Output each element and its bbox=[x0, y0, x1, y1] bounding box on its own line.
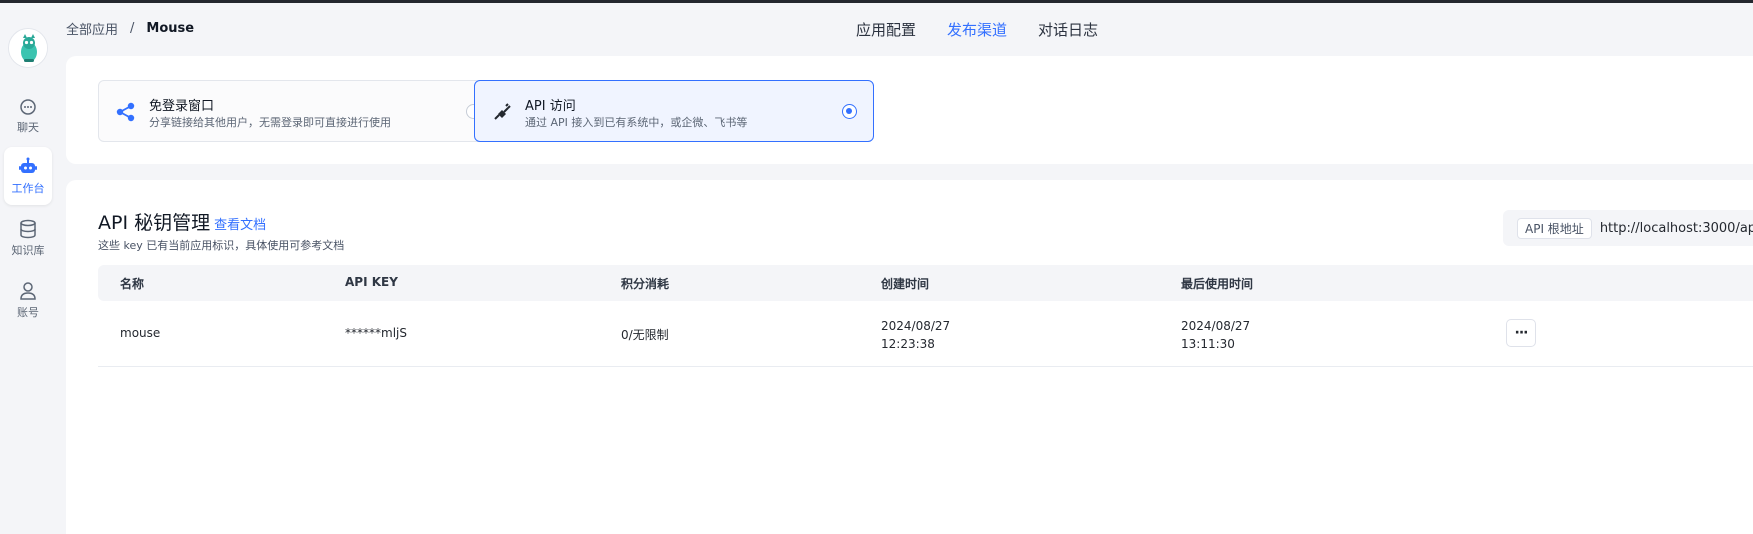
channel-panel: 免登录窗口 分享链接给其他用户，无需登录即可直接进行使用 API 访问 通过 A… bbox=[66, 56, 1753, 164]
sidebar-item-workbench[interactable]: 工作台 bbox=[4, 147, 52, 205]
section-title: API 秘钥管理 查看文档 bbox=[98, 208, 266, 235]
column-header-points: 积分消耗 bbox=[621, 277, 670, 291]
sidebar-item-label: 工作台 bbox=[11, 181, 45, 195]
sidebar-item-chat[interactable]: 聊天 bbox=[4, 87, 52, 145]
cell-last-used: 2024/08/27 13:11:30 bbox=[1181, 317, 1250, 353]
tab-chat-logs[interactable]: 对话日志 bbox=[1038, 19, 1098, 40]
breadcrumb-current: Mouse bbox=[146, 21, 195, 36]
sidebar-item-label: 知识库 bbox=[11, 243, 45, 257]
tab-publish-channel[interactable]: 发布渠道 bbox=[947, 19, 1007, 40]
top-tabs: 应用配置 发布渠道 对话日志 bbox=[856, 19, 1129, 40]
channel-option-api[interactable]: API 访问 通过 API 接入到已有系统中，或企微、飞书等 bbox=[474, 80, 874, 142]
column-header-api-key: API KEY bbox=[345, 275, 398, 289]
last-used-time: 13:11:30 bbox=[1181, 337, 1235, 351]
breadcrumb: 全部应用 / Mouse bbox=[66, 19, 194, 38]
share-icon bbox=[115, 101, 137, 123]
api-section-title: API 秘钥管理 bbox=[98, 212, 211, 234]
cell-name: mouse bbox=[120, 326, 161, 340]
user-icon bbox=[19, 281, 37, 301]
table-header: 名称 API KEY 积分消耗 创建时间 最后使用时间 bbox=[98, 265, 1753, 301]
column-header-name: 名称 bbox=[120, 277, 145, 291]
chat-icon bbox=[19, 98, 37, 116]
tab-app-config[interactable]: 应用配置 bbox=[856, 19, 916, 40]
cell-api-key: ******mljS bbox=[345, 326, 407, 340]
api-key-table: 名称 API KEY 积分消耗 创建时间 最后使用时间 mouse ******… bbox=[98, 265, 1753, 367]
breadcrumb-separator: / bbox=[130, 21, 135, 36]
sidebar-item-label: 聊天 bbox=[17, 120, 39, 134]
cell-created: 2024/08/27 12:23:38 bbox=[881, 317, 950, 353]
more-actions-button[interactable]: ··· bbox=[1506, 319, 1536, 347]
sidebar-item-account[interactable]: 账号 bbox=[4, 271, 52, 329]
app-logo[interactable] bbox=[8, 28, 48, 68]
table-row: mouse ******mljS 0/无限制 2024/08/27 12:23:… bbox=[98, 301, 1753, 367]
channel-title: API 访问 bbox=[525, 99, 576, 114]
window-top-border bbox=[0, 0, 1753, 3]
channel-title: 免登录窗口 bbox=[149, 99, 215, 114]
base-url-value[interactable]: http://localhost:3000/api bbox=[1600, 221, 1753, 236]
sidebar: 聊天 工作台 知识库 账号 bbox=[0, 3, 66, 534]
column-header-last-used: 最后使用时间 bbox=[1181, 277, 1254, 291]
api-key-panel: API 秘钥管理 查看文档 这些 key 已有当前应用标识，具体使用可参考文档 A… bbox=[66, 180, 1753, 534]
plug-icon bbox=[491, 101, 513, 123]
channel-option-share[interactable]: 免登录窗口 分享链接给其他用户，无需登录即可直接进行使用 bbox=[98, 80, 498, 142]
sidebar-item-knowledge[interactable]: 知识库 bbox=[4, 209, 52, 267]
base-url-tag: API 根地址 bbox=[1517, 217, 1592, 239]
database-icon bbox=[19, 219, 37, 239]
channel-desc: 分享链接给其他用户，无需登录即可直接进行使用 bbox=[149, 116, 391, 129]
sidebar-item-label: 账号 bbox=[17, 305, 39, 319]
cell-points: 0/无限制 bbox=[621, 328, 669, 342]
created-time: 12:23:38 bbox=[881, 337, 935, 351]
last-used-date: 2024/08/27 bbox=[1181, 319, 1251, 333]
api-base-url: API 根地址 http://localhost:3000/api bbox=[1503, 210, 1753, 246]
created-date: 2024/08/27 bbox=[881, 319, 951, 333]
robot-icon bbox=[18, 157, 38, 177]
view-docs-link[interactable]: 查看文档 bbox=[214, 218, 266, 233]
breadcrumb-root[interactable]: 全部应用 bbox=[66, 19, 118, 38]
channel-radio[interactable] bbox=[842, 104, 857, 119]
column-header-created: 创建时间 bbox=[881, 277, 930, 291]
section-description: 这些 key 已有当前应用标识，具体使用可参考文档 bbox=[98, 239, 345, 252]
channel-desc: 通过 API 接入到已有系统中，或企微、飞书等 bbox=[525, 116, 748, 129]
